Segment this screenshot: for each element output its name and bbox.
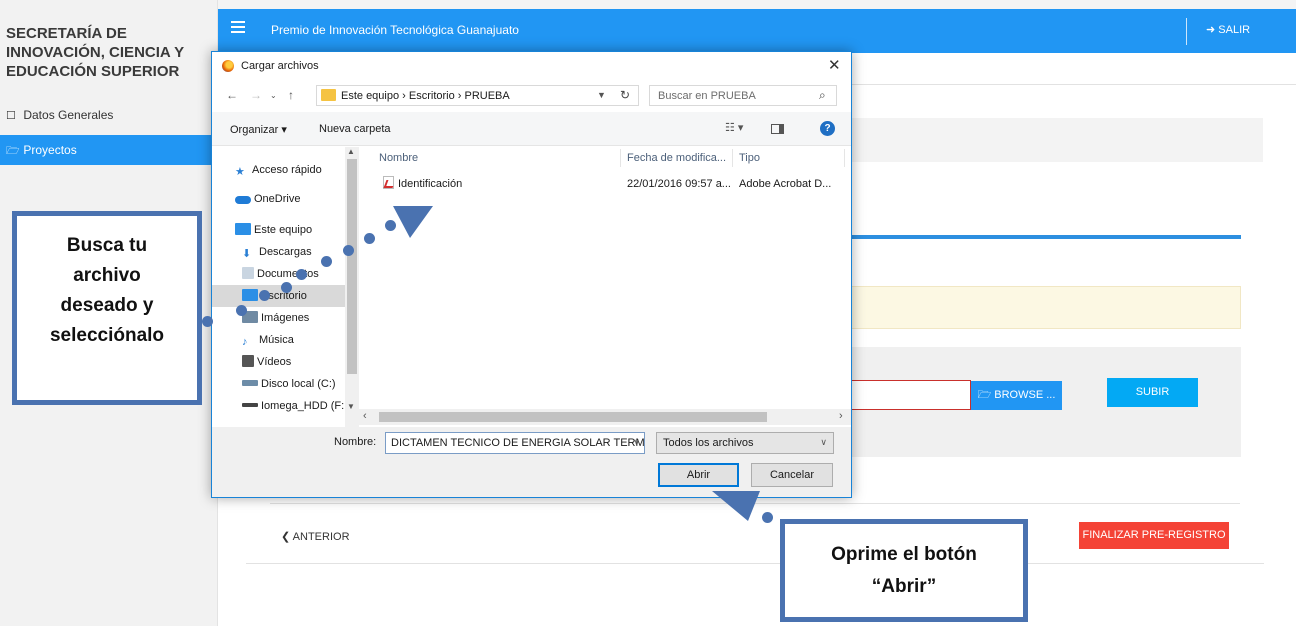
callout-line: deseado y	[60, 295, 154, 316]
callout-line: Oprime el botón	[831, 544, 977, 565]
arrow-head-file	[393, 206, 433, 238]
callout-line: “Abrir”	[871, 576, 937, 597]
annotation-dot	[364, 233, 375, 244]
annotation-dot	[281, 282, 292, 293]
callout-line: selecciónalo	[49, 325, 165, 346]
annotation-dot	[385, 220, 396, 231]
annotation-dot	[321, 256, 332, 267]
annotation-dot	[762, 512, 773, 523]
annotation-dot	[236, 305, 247, 316]
annotation-dot	[202, 316, 213, 327]
callout-line: Busca tu	[66, 235, 148, 256]
callout-select-file: Busca tu archivo deseado y selecciónalo	[12, 211, 202, 405]
arrow-head-open	[712, 491, 760, 521]
callout-line: archivo	[73, 265, 141, 286]
callout-press-open: Oprime el botón “Abrir”	[780, 519, 1028, 622]
annotation-dot	[259, 290, 270, 301]
annotation-dot	[296, 269, 307, 280]
annotation-dot	[343, 245, 354, 256]
